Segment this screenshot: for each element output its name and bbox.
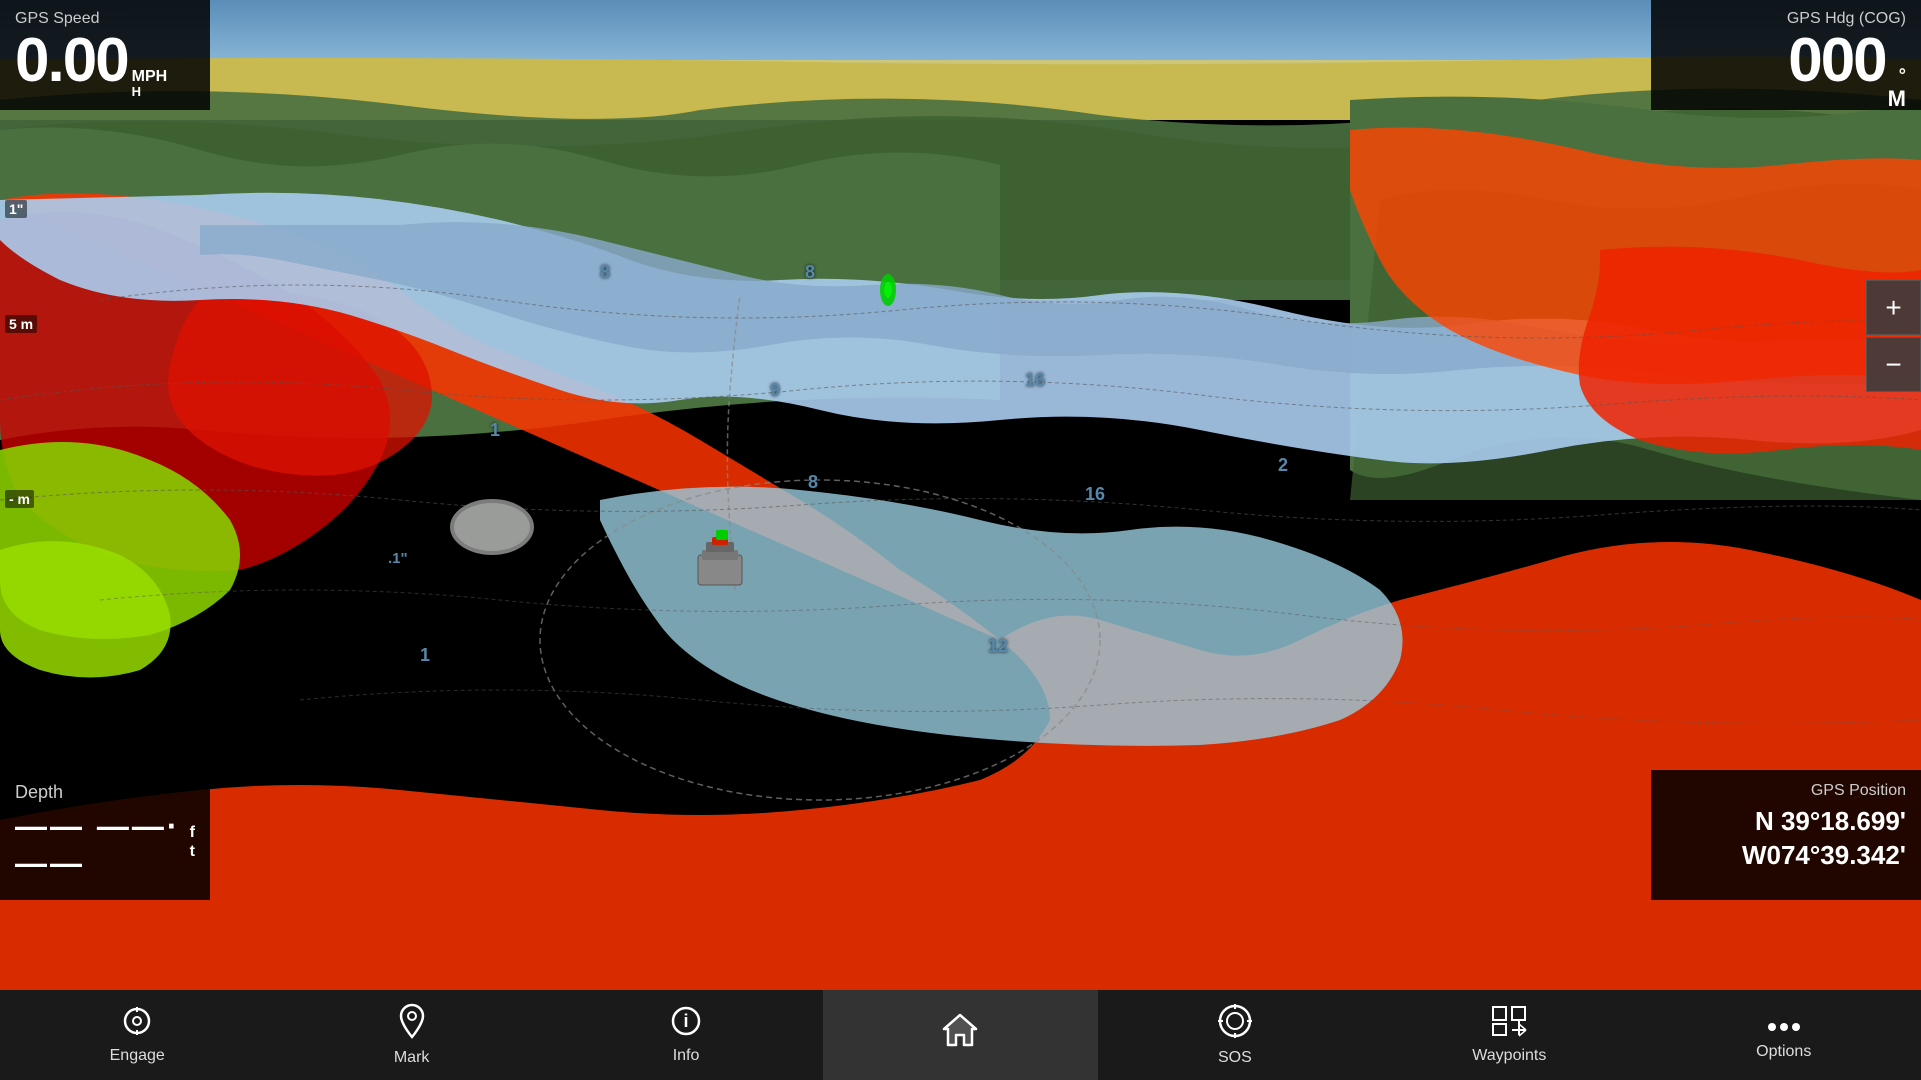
gps-hdg-unit: °M <box>1888 65 1906 112</box>
sos-icon <box>1217 1003 1253 1044</box>
nav-mark[interactable]: Mark <box>274 990 548 1080</box>
svg-text:i: i <box>684 1011 689 1031</box>
waypoints-label: Waypoints <box>1472 1047 1546 1065</box>
nav-options[interactable]: Options <box>1647 990 1921 1080</box>
depth-num-8c: 8 <box>808 472 818 493</box>
zoom-out-button[interactable]: − <box>1866 337 1921 392</box>
scale-5m: 5 m <box>5 315 37 333</box>
map-area[interactable]: 1 9 8 8 16 8 16 12 2 1 .1" 1" 5 m - m GP… <box>0 0 1921 990</box>
gps-lat: N 39°18.699' <box>1666 805 1906 839</box>
depth-num-1b: 1 <box>420 645 430 666</box>
sos-label: SOS <box>1218 1049 1252 1067</box>
depth-num-16b: 16 <box>1085 484 1105 505</box>
nav-waypoints[interactable]: Waypoints <box>1372 990 1646 1080</box>
depth-widget: Depth —— ——·—— f t <box>0 770 210 900</box>
depth-num-9: 9 <box>770 380 780 401</box>
gps-speed-unit: MPH H <box>132 69 168 98</box>
options-label: Options <box>1756 1043 1811 1061</box>
depth-num-8b: 8 <box>805 262 815 283</box>
depth-num-12: 12 <box>988 636 1008 657</box>
map-svg <box>0 0 1921 990</box>
depth-num-8a: 8 <box>600 262 610 283</box>
depth-num-1a: 1 <box>490 420 500 441</box>
scale-dash-m: - m <box>5 490 34 508</box>
scale-1in: 1" <box>5 200 27 218</box>
zoom-controls: + − <box>1866 280 1921 394</box>
gps-position-label: GPS Position <box>1666 782 1906 800</box>
nav-info[interactable]: i Info <box>549 990 823 1080</box>
waypoints-icon <box>1491 1005 1527 1042</box>
depth-label: Depth <box>15 782 195 803</box>
gps-speed-value: 0.00 <box>15 30 128 92</box>
nav-home[interactable] <box>823 990 1097 1080</box>
depth-value-dashes: —— ——·—— <box>15 808 185 882</box>
nav-engage[interactable]: Engage <box>0 990 274 1080</box>
info-label: Info <box>673 1047 700 1065</box>
info-icon: i <box>670 1005 702 1042</box>
gps-hdg-value: 000 <box>1788 30 1885 92</box>
depth-num-0-1: .1" <box>388 550 408 567</box>
options-icon <box>1766 1010 1802 1038</box>
home-icon <box>942 1013 978 1052</box>
zoom-in-button[interactable]: + <box>1866 280 1921 335</box>
depth-num-2: 2 <box>1278 455 1288 476</box>
nav-sos[interactable]: SOS <box>1098 990 1372 1080</box>
engage-icon <box>121 1005 153 1042</box>
engage-label: Engage <box>110 1047 165 1065</box>
gps-speed-widget: GPS Speed 0.00 MPH H <box>0 0 210 110</box>
nav-bar: Engage Mark i Info <box>0 990 1921 1080</box>
gps-hdg-widget: GPS Hdg (COG) 000 °M <box>1651 0 1921 110</box>
mark-label: Mark <box>394 1049 430 1067</box>
gps-position-widget: GPS Position N 39°18.699' W074°39.342' <box>1651 770 1921 900</box>
mark-icon <box>396 1003 428 1044</box>
gps-lon: W074°39.342' <box>1666 839 1906 873</box>
depth-num-16a: 16 <box>1025 370 1045 391</box>
depth-unit: f t <box>190 823 195 861</box>
